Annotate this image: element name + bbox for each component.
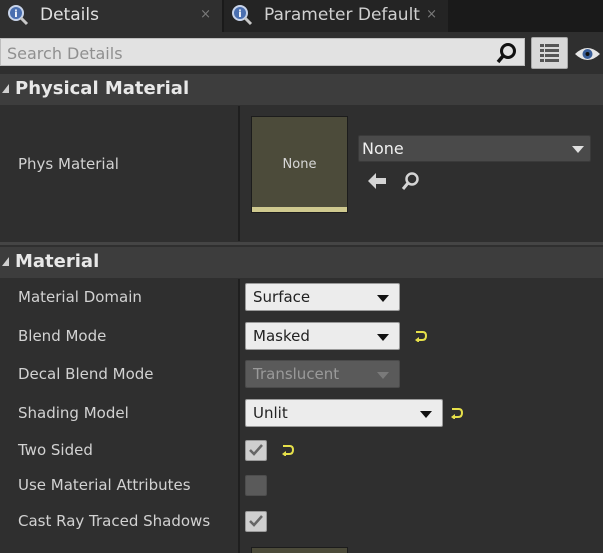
checkmark-icon: [249, 515, 263, 527]
category-title: Material: [15, 251, 100, 272]
thumbnail-text: None: [282, 157, 317, 172]
tab-details[interactable]: i Details ×: [0, 0, 222, 32]
column-divider[interactable]: [238, 279, 240, 553]
collapse-arrow-icon[interactable]: [2, 84, 9, 93]
material-domain-label: Material Domain: [18, 288, 142, 306]
parameter-magnifier-icon: i: [232, 5, 253, 26]
blend-mode-combo[interactable]: Masked: [245, 322, 400, 350]
reset-to-default-icon[interactable]: [450, 407, 464, 419]
tab-details-close-icon[interactable]: ×: [200, 7, 211, 22]
search-icon[interactable]: [496, 42, 518, 64]
two-sided-label: Two Sided: [18, 441, 93, 459]
view-options-grid-icon: [540, 44, 559, 62]
search-input[interactable]: [5, 41, 489, 65]
phys-material-value: None: [362, 139, 404, 158]
blend-mode-label: Blend Mode: [18, 327, 107, 345]
checkmark-icon: [249, 444, 263, 456]
view-options-button[interactable]: [531, 37, 568, 69]
decal-blend-mode-label: Decal Blend Mode: [18, 365, 154, 383]
chevron-down-icon: [377, 295, 389, 302]
category-material[interactable]: Material: [0, 247, 603, 278]
shading-model-combo[interactable]: Unlit: [245, 399, 443, 427]
phys-material-label: Phys Material: [18, 155, 119, 173]
eye-icon[interactable]: [574, 44, 601, 64]
category-physical-material[interactable]: Physical Material: [0, 74, 603, 105]
phys-material-thumbnail[interactable]: None: [251, 116, 348, 213]
collapse-arrow-icon[interactable]: [2, 257, 9, 266]
column-divider[interactable]: [238, 106, 240, 241]
search-box[interactable]: [0, 38, 525, 66]
tab-parameter-default[interactable]: i Parameter Default ×: [224, 0, 448, 32]
use-selected-arrow-icon[interactable]: [366, 171, 388, 191]
chevron-down-icon: [377, 372, 389, 379]
combo-value: Unlit: [253, 404, 288, 422]
cast-ray-traced-shadows-label: Cast Ray Traced Shadows: [18, 512, 211, 530]
thumbnail-accent-bar: [252, 207, 347, 212]
chevron-down-icon: [572, 146, 584, 153]
two-sided-checkbox[interactable]: [245, 440, 267, 461]
next-thumbnail-partial: [251, 547, 348, 553]
tab-bar: i Details × i Parameter Default ×: [0, 0, 603, 32]
chevron-down-icon: [420, 411, 432, 418]
category-separator: [0, 242, 603, 245]
combo-value: Masked: [253, 327, 310, 345]
details-magnifier-icon: i: [8, 5, 29, 26]
svg-text:i: i: [238, 9, 241, 20]
combo-value: Surface: [253, 288, 311, 306]
material-domain-combo[interactable]: Surface: [245, 283, 400, 311]
shading-model-label: Shading Model: [18, 404, 129, 422]
chevron-down-icon: [377, 334, 389, 341]
use-material-attributes-label: Use Material Attributes: [18, 476, 191, 494]
reset-to-default-icon[interactable]: [414, 330, 428, 342]
combo-value: Translucent: [253, 365, 340, 383]
tab-parameter-default-close-icon[interactable]: ×: [426, 7, 437, 22]
tab-details-label: Details: [40, 5, 99, 25]
svg-text:i: i: [14, 9, 17, 20]
decal-blend-mode-combo[interactable]: Translucent: [245, 360, 400, 388]
reset-to-default-icon[interactable]: [281, 444, 295, 456]
search-row: [0, 33, 603, 73]
cast-ray-traced-shadows-checkbox[interactable]: [245, 511, 267, 532]
browse-magnifier-icon[interactable]: [400, 171, 422, 191]
category-title: Physical Material: [15, 78, 190, 99]
use-material-attributes-checkbox[interactable]: [245, 475, 267, 496]
phys-material-dropdown[interactable]: None: [358, 135, 591, 162]
tab-parameter-default-label: Parameter Default: [264, 5, 420, 25]
